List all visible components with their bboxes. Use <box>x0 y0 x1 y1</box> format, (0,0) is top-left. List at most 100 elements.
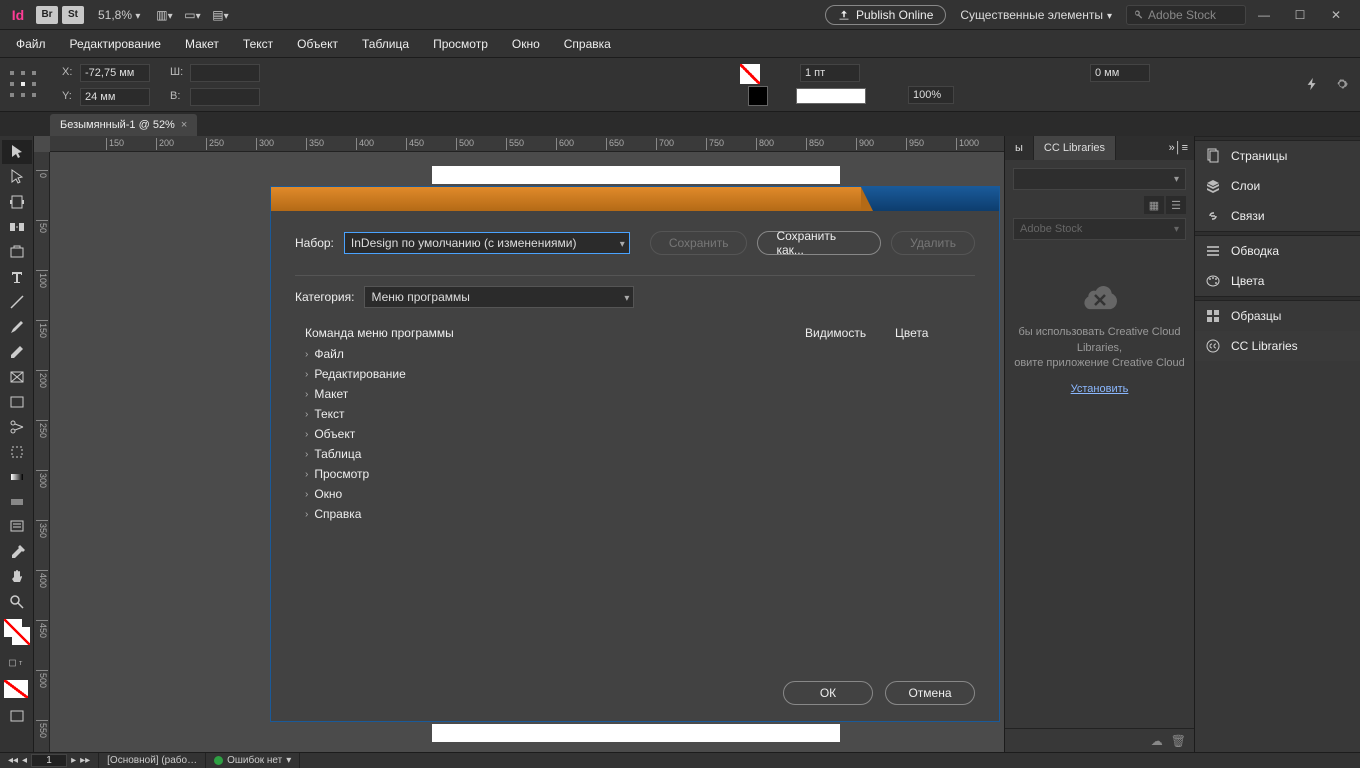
gradient-swatch-tool[interactable] <box>2 465 32 489</box>
window-maximize[interactable]: ☐ <box>1282 1 1318 29</box>
dialog-command-list[interactable]: ›Файл ›Редактирование ›Макет ›Текст ›Объ… <box>295 344 975 667</box>
fill-swatch-black[interactable] <box>748 86 768 106</box>
rectangle-frame-tool[interactable] <box>2 365 32 389</box>
gap-tool[interactable] <box>2 215 32 239</box>
screen-mode-tool[interactable] <box>2 704 32 728</box>
expand-icon: › <box>305 449 308 460</box>
tree-item[interactable]: ›Файл <box>295 344 975 364</box>
panel-pages[interactable]: Страницы <box>1195 141 1360 171</box>
reference-point-icon[interactable] <box>6 64 40 104</box>
cc-install-link[interactable]: Установить <box>1013 382 1186 397</box>
ruler-vertical[interactable]: 0 50 100 150 200 250 300 350 400 450 500… <box>34 152 50 752</box>
tree-item[interactable]: ›Окно <box>295 484 975 504</box>
cc-stock-search[interactable]: Adobe Stock <box>1013 218 1186 240</box>
menu-layout[interactable]: Макет <box>173 33 231 55</box>
rectangle-tool[interactable] <box>2 390 32 414</box>
document-tab[interactable]: Безымянный-1 @ 52% × <box>50 114 197 136</box>
eyedropper-tool[interactable] <box>2 540 32 564</box>
cc-panel-menu-icon[interactable]: »│≡ <box>1163 136 1194 160</box>
apply-none[interactable] <box>4 680 30 700</box>
tree-item[interactable]: ›Редактирование <box>295 364 975 384</box>
arrange-icon[interactable]: ▤ <box>208 5 232 25</box>
tree-item[interactable]: ›Справка <box>295 504 975 524</box>
category-dropdown[interactable]: Меню программы <box>364 286 634 308</box>
stroke-weight-field[interactable]: 1 пт <box>800 64 860 82</box>
scissors-tool[interactable] <box>2 415 32 439</box>
cc-trash-icon[interactable]: 🗑 <box>1171 734 1186 748</box>
cc-cloud-sync-icon[interactable]: ☁ <box>1151 734 1163 748</box>
note-tool[interactable] <box>2 515 32 539</box>
window-close[interactable]: ✕ <box>1318 1 1354 29</box>
menu-file[interactable]: Файл <box>4 33 58 55</box>
pencil-tool[interactable] <box>2 340 32 364</box>
hand-tool[interactable] <box>2 565 32 589</box>
col-command: Команда меню программы <box>305 326 805 340</box>
pen-tool[interactable] <box>2 315 32 339</box>
panel-stroke[interactable]: Обводка <box>1195 236 1360 266</box>
tree-item[interactable]: ›Просмотр <box>295 464 975 484</box>
ok-button[interactable]: ОК <box>783 681 873 705</box>
cc-list-view-icon[interactable]: ☰ <box>1166 196 1186 214</box>
bridge-button[interactable]: Br <box>36 6 58 24</box>
dialog-titlebar[interactable] <box>271 187 999 211</box>
menu-edit[interactable]: Редактирование <box>58 33 173 55</box>
preflight-status[interactable]: Ошибок нет <box>206 753 300 768</box>
set-dropdown[interactable]: InDesign по умолчанию (с изменениями) <box>344 232 630 254</box>
line-tool[interactable] <box>2 290 32 314</box>
tree-item[interactable]: ›Макет <box>295 384 975 404</box>
direct-selection-tool[interactable] <box>2 165 32 189</box>
screen-mode-icon[interactable]: ▭ <box>180 5 204 25</box>
gradient-feather-tool[interactable] <box>2 490 32 514</box>
cc-grid-view-icon[interactable]: ▦ <box>1144 196 1164 214</box>
tree-item[interactable]: ›Объект <box>295 424 975 444</box>
adobe-stock-search[interactable]: Adobe Stock <box>1126 5 1246 25</box>
x-field[interactable]: -72,75 мм <box>80 64 150 82</box>
panel-color[interactable]: Цвета <box>1195 266 1360 296</box>
close-tab-icon[interactable]: × <box>181 119 187 131</box>
menu-text[interactable]: Текст <box>231 33 285 55</box>
expand-icon: › <box>305 349 308 360</box>
w-field[interactable] <box>190 64 260 82</box>
h-field[interactable] <box>190 88 260 106</box>
publish-online-button[interactable]: Publish Online <box>825 5 946 25</box>
zoom-readout[interactable]: 51,8% <box>98 8 140 22</box>
gap-field[interactable]: 0 мм <box>1090 64 1150 82</box>
free-transform-tool[interactable] <box>2 440 32 464</box>
stock-button[interactable]: St <box>62 6 84 24</box>
panel-swatches[interactable]: Образцы <box>1195 301 1360 331</box>
flash-icon[interactable] <box>1302 74 1322 94</box>
menu-table[interactable]: Таблица <box>350 33 421 55</box>
container-format-toggle[interactable]: T <box>2 651 32 675</box>
menu-view[interactable]: Просмотр <box>421 33 500 55</box>
workspace-switcher[interactable]: Существенные элементы <box>960 8 1112 22</box>
cc-tab-other[interactable]: ы <box>1005 136 1034 160</box>
gear-icon[interactable] <box>1332 74 1352 94</box>
selection-tool[interactable] <box>2 140 32 164</box>
page-nav[interactable]: ◂◂◂ ▸▸▸ <box>0 753 99 768</box>
menu-window[interactable]: Окно <box>500 33 552 55</box>
tree-item[interactable]: ›Текст <box>295 404 975 424</box>
menu-help[interactable]: Справка <box>552 33 623 55</box>
save-as-button[interactable]: Сохранить как... <box>757 231 881 255</box>
cc-library-dropdown[interactable] <box>1013 168 1186 190</box>
tree-item[interactable]: ›Таблица <box>295 444 975 464</box>
panel-layers[interactable]: Слои <box>1195 171 1360 201</box>
y-field[interactable]: 24 мм <box>80 88 150 106</box>
content-collector-tool[interactable] <box>2 240 32 264</box>
cc-tab-libraries[interactable]: CC Libraries <box>1034 136 1116 160</box>
menu-object[interactable]: Объект <box>285 33 350 55</box>
panel-cc-libraries[interactable]: CC Libraries <box>1195 331 1360 361</box>
fill-swatch-none[interactable] <box>740 64 760 84</box>
view-mode-icon[interactable]: ▥ <box>152 5 176 25</box>
stroke-style[interactable] <box>796 88 866 104</box>
panel-links[interactable]: Связи <box>1195 201 1360 231</box>
type-tool[interactable] <box>2 265 32 289</box>
page-tool[interactable] <box>2 190 32 214</box>
cancel-button[interactable]: Отмена <box>885 681 975 705</box>
window-minimize[interactable]: — <box>1246 1 1282 29</box>
zoom-field[interactable]: 100% <box>908 86 954 104</box>
master-readout[interactable]: [Основной] (рабо… <box>99 753 206 768</box>
zoom-tool[interactable] <box>2 590 32 614</box>
page-number-input[interactable] <box>31 754 67 767</box>
fill-stroke-swatches[interactable] <box>4 619 30 645</box>
